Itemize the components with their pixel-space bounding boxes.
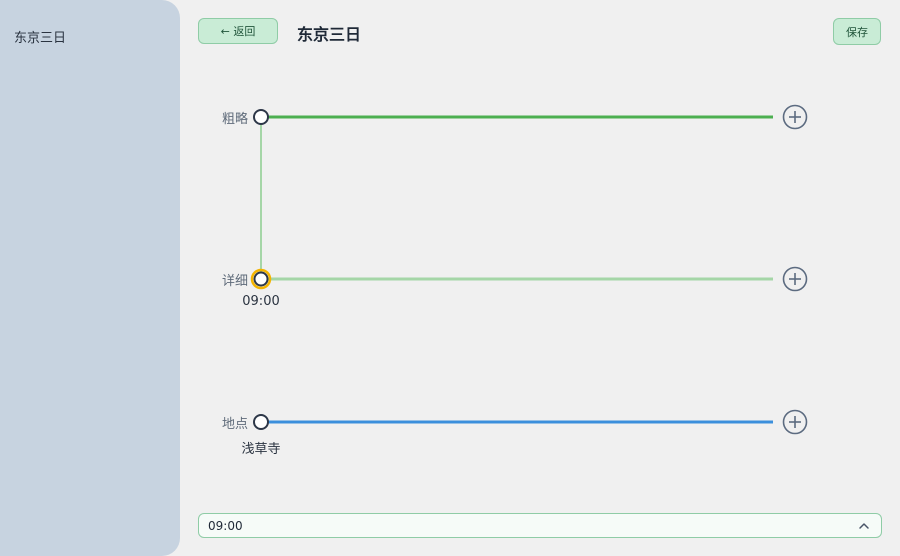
add-node-rough-icon[interactable] — [782, 104, 808, 130]
node-editor-bar — [198, 513, 882, 538]
add-node-place-icon[interactable] — [782, 409, 808, 435]
lane-label-rough: 粗略 — [221, 112, 248, 127]
lane-label-detail: 详细 — [221, 274, 248, 289]
lane-node-rough[interactable] — [253, 109, 269, 125]
node-value-input[interactable] — [199, 514, 853, 537]
lane-node-place[interactable] — [253, 414, 269, 430]
add-node-detail-icon[interactable] — [782, 266, 808, 292]
chevron-up-icon[interactable] — [853, 515, 875, 537]
node-place-text: 浅草寺 — [241, 442, 281, 457]
lane-node-detail[interactable] — [253, 271, 269, 287]
timeline-canvas — [250, 104, 808, 435]
lane-label-place: 地点 — [221, 417, 248, 432]
timeline: 粗略 详细 地点 09:00 浅草寺 — [0, 0, 900, 556]
node-time-text: 09:00 — [242, 294, 280, 309]
